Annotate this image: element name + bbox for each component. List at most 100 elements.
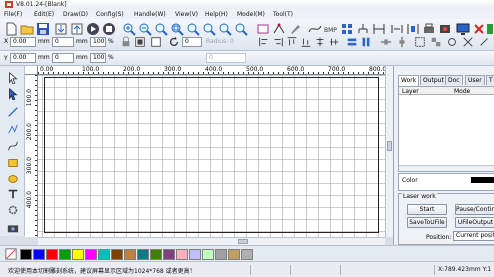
align-left-icon[interactable]	[258, 36, 270, 48]
align-right-icon[interactable]	[272, 36, 284, 48]
distribute-h-icon[interactable]	[380, 36, 392, 48]
flag-icon[interactable]	[486, 22, 494, 36]
monitor-icon[interactable]	[456, 22, 470, 36]
same-width-icon[interactable]	[346, 36, 358, 48]
vertical-scrollbar[interactable]	[385, 66, 393, 237]
start-button[interactable]: Start	[407, 204, 447, 215]
align-top-icon[interactable]	[286, 36, 298, 48]
palette-swatch[interactable]	[20, 249, 32, 260]
ufile-output-button[interactable]: UFileOutput	[455, 217, 494, 228]
mirror-v-icon[interactable]	[406, 22, 420, 36]
palette-swatch[interactable]	[202, 249, 214, 260]
curve-tool-icon[interactable]	[7, 140, 19, 152]
palette-swatch[interactable]	[189, 249, 201, 260]
menu-tool[interactable]: Tool(T)	[273, 11, 293, 18]
palette-swatch[interactable]	[46, 249, 58, 260]
select-frame-icon[interactable]	[256, 22, 270, 36]
import-icon[interactable]	[54, 22, 68, 36]
menu-config[interactable]: Config(S)	[96, 11, 124, 18]
position-dropdown[interactable]: Current position	[453, 231, 494, 241]
bmp-icon[interactable]: BMP	[324, 22, 338, 36]
zoom-data-icon[interactable]	[186, 22, 200, 36]
drawing-canvas[interactable]	[38, 75, 385, 237]
radius-field[interactable]: 0	[206, 53, 246, 63]
zoom-select-icon[interactable]	[170, 22, 184, 36]
palette-swatch[interactable]	[85, 249, 97, 260]
curve-icon[interactable]	[308, 22, 322, 36]
zoom-fit-icon[interactable]	[202, 22, 216, 36]
save-to-ufile-button[interactable]: SaveToUFile	[407, 217, 447, 228]
ungroup-icon[interactable]	[430, 36, 442, 48]
node-select-icon[interactable]	[7, 88, 19, 100]
palette-swatch[interactable]	[124, 249, 136, 260]
vertical-scroll-thumb[interactable]	[387, 141, 392, 151]
combine-icon[interactable]	[446, 36, 458, 48]
scale-y-field[interactable]: 100	[90, 53, 106, 63]
palette-swatch[interactable]	[163, 249, 175, 260]
stop-icon[interactable]	[102, 22, 116, 36]
menu-handle[interactable]: Handle(W)	[134, 11, 166, 18]
palette-swatch[interactable]	[150, 249, 162, 260]
close-x-icon[interactable]	[472, 22, 486, 36]
open-folder-icon[interactable]	[20, 22, 34, 36]
new-file-icon[interactable]	[4, 22, 18, 36]
height-field[interactable]: 0	[52, 53, 74, 63]
x-position-field[interactable]: 0.00	[10, 37, 36, 47]
align-center-icon[interactable]	[314, 36, 326, 48]
palette-swatch[interactable]	[111, 249, 123, 260]
palette-swatch[interactable]	[176, 249, 188, 260]
palette-swatch[interactable]	[98, 249, 110, 260]
text-tool-icon[interactable]	[7, 188, 19, 200]
printer-icon[interactable]	[422, 22, 436, 36]
horizontal-scroll-thumb[interactable]	[238, 239, 248, 244]
camera-tool-icon[interactable]	[7, 222, 19, 234]
tab-user[interactable]: User	[465, 75, 485, 85]
ellipse-tool-icon[interactable]	[7, 173, 19, 185]
menu-draw[interactable]: Draw(D)	[63, 11, 88, 18]
node-edit-icon[interactable]	[272, 22, 286, 36]
menu-file[interactable]: File(F)	[4, 11, 22, 18]
distribute-v-icon[interactable]	[396, 36, 408, 48]
palette-swatch[interactable]	[241, 249, 253, 260]
tab-work[interactable]: Work	[398, 75, 420, 86]
tab-test[interactable]: T	[486, 75, 494, 85]
tree-icon[interactable]	[356, 22, 370, 36]
export-icon[interactable]	[70, 22, 84, 36]
palette-swatch[interactable]	[59, 249, 71, 260]
palette-swatch[interactable]	[228, 249, 240, 260]
zoom-out-icon[interactable]	[138, 22, 152, 36]
menu-edit[interactable]: Edit(E)	[34, 11, 54, 18]
palette-swatch[interactable]	[72, 249, 84, 260]
resize-icon[interactable]	[150, 36, 162, 48]
palette-swatch[interactable]	[33, 249, 45, 260]
menu-model[interactable]: Model(M)	[237, 11, 265, 18]
group-icon[interactable]	[414, 36, 426, 48]
pause-continue-button[interactable]: Pause/Continue	[455, 204, 494, 215]
zoom-in-icon[interactable]	[122, 22, 136, 36]
line-tool-icon[interactable]	[7, 106, 19, 118]
settings-icon[interactable]	[462, 36, 474, 48]
gear-tool-icon[interactable]	[7, 204, 19, 216]
select-arrow-icon[interactable]	[7, 72, 19, 84]
apply-size-icon[interactable]	[134, 36, 146, 48]
palette-swatch[interactable]	[137, 249, 149, 260]
menu-view[interactable]: View(V)	[175, 11, 198, 18]
polyline-tool-icon[interactable]	[7, 123, 19, 135]
play-icon[interactable]	[86, 22, 100, 36]
align-bottom-icon[interactable]	[300, 36, 312, 48]
laser-head-icon[interactable]	[438, 22, 452, 36]
zoom-page-icon[interactable]	[154, 22, 168, 36]
tab-doc[interactable]: Doc	[445, 75, 463, 85]
align-icon[interactable]	[372, 22, 386, 36]
horizontal-scrollbar[interactable]	[38, 237, 385, 245]
scale-x-field[interactable]: 100	[90, 37, 106, 47]
no-color-icon[interactable]	[5, 248, 17, 260]
pen-icon[interactable]	[288, 22, 302, 36]
menu-help[interactable]: Help(H)	[205, 11, 228, 18]
array-icon[interactable]	[340, 22, 354, 36]
align-middle-icon[interactable]	[328, 36, 340, 48]
layer-color-swatch[interactable]	[471, 177, 494, 183]
rotate-field[interactable]: 0	[182, 37, 202, 47]
y-position-field[interactable]: 0.00	[10, 53, 36, 63]
layer-table-scrollbar[interactable]	[399, 165, 494, 171]
